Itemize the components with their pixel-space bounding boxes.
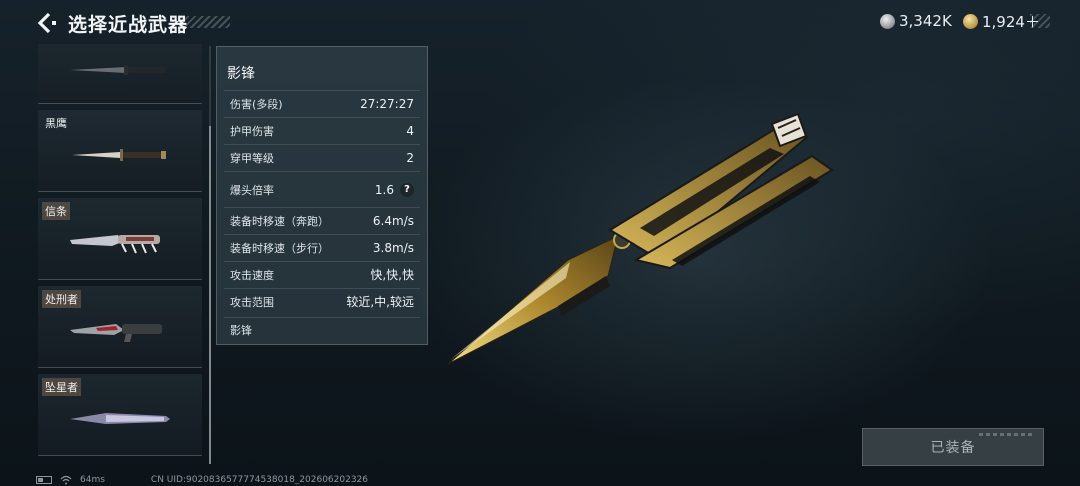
header: 选择近战武器 3,342K 1,924＋	[0, 0, 1080, 44]
equip-button[interactable]: 已装备	[862, 428, 1044, 466]
weapon-card-chuxingzhe[interactable]: 处刑者	[38, 286, 202, 368]
stat-row-headshot: 爆头倍率 1.6 ?	[224, 171, 420, 207]
list-scrollbar-thumb[interactable]	[209, 126, 211, 464]
weapon-card-xintiao[interactable]: 信条	[38, 198, 202, 280]
stats-footer-name: 影锋	[224, 317, 420, 341]
stat-label: 装备时移速（奔跑）	[230, 214, 329, 228]
stat-label: 穿甲等级	[230, 151, 274, 165]
gold-currency[interactable]: 1,924＋	[963, 11, 1040, 31]
help-icon[interactable]: ?	[400, 182, 414, 197]
weapon-card-zhuixingzhe[interactable]: 坠星者	[38, 374, 202, 456]
silver-currency-value: 3,342K	[899, 12, 952, 30]
header-decoration	[1030, 14, 1050, 28]
executioner-knife-image	[70, 324, 162, 342]
stat-row-attack-speed: 攻击速度 快,快,快	[224, 261, 420, 287]
stat-label: 爆头倍率	[230, 183, 274, 197]
starfall-blade-image	[70, 413, 170, 424]
stat-label: 装备时移速（步行）	[230, 241, 329, 255]
weapon-name: 信条	[42, 202, 70, 220]
uid-text: CN UID:9020836577774538018_202606202326	[150, 475, 369, 485]
stat-value: 较近,中,较远	[346, 295, 414, 309]
battery-icon	[36, 476, 52, 484]
stat-row-attack-range: 攻击范围 较近,中,较远	[224, 288, 420, 314]
gold-coin-icon	[963, 13, 978, 29]
dagger-image	[72, 149, 166, 161]
stat-value: 3.8m/s	[372, 240, 414, 255]
button-decoration	[979, 433, 1035, 436]
silver-currency: 3,342K	[880, 11, 952, 31]
combat-knife-image	[70, 65, 166, 75]
page-title: 选择近战武器	[68, 14, 189, 36]
stat-row-armor-damage: 护甲伤害 4	[224, 117, 420, 143]
butterfly-knife-display[interactable]	[440, 110, 840, 370]
ping-value: 64ms	[80, 475, 105, 485]
stat-row-walk-speed: 装备时移速（步行） 3.8m/s	[224, 234, 420, 260]
stat-label: 攻击速度	[230, 268, 274, 282]
stat-row-damage: 伤害(多段) 27:27:27	[224, 90, 420, 116]
weapon-title: 影锋	[227, 66, 255, 82]
stat-value: 快,快,快	[370, 268, 414, 282]
stat-value: 1.6	[374, 182, 394, 197]
weapon-name: 坠星者	[42, 378, 81, 396]
stat-value-group: 1.6 ?	[374, 182, 414, 197]
stat-label: 攻击范围	[230, 295, 274, 309]
equip-button-label: 已装备	[930, 440, 976, 456]
stat-value: 27:27:27	[360, 96, 414, 111]
weapon-name: 黑鹰	[45, 117, 67, 130]
stat-row-run-speed: 装备时移速（奔跑） 6.4m/s	[224, 207, 420, 233]
stat-row-penetration: 穿甲等级 2	[224, 144, 420, 170]
stat-value: 6.4m/s	[372, 213, 414, 228]
back-arrow-icon[interactable]	[34, 10, 60, 36]
title-decoration	[180, 16, 230, 28]
stat-label: 护甲伤害	[230, 124, 274, 138]
stat-value: 4	[406, 123, 414, 138]
weapon-card-heiying[interactable]: 黑鹰	[38, 110, 202, 192]
weapon-stats-panel: 影锋 伤害(多段) 27:27:27 护甲伤害 4 穿甲等级 2 爆头倍率 1.…	[216, 46, 428, 345]
weapon-name: 处刑者	[42, 290, 81, 308]
status-bar: 64ms CN UID:9020836577774538018_20260620…	[36, 474, 368, 486]
stat-value: 2	[406, 150, 414, 165]
stat-label: 伤害(多段)	[230, 97, 283, 111]
serrated-knife-image	[70, 235, 160, 254]
silver-coin-icon	[880, 13, 895, 29]
weapon-card[interactable]	[38, 44, 202, 104]
wifi-icon	[60, 475, 72, 485]
weapon-list[interactable]: 黑鹰 信条 处刑者 坠星者	[38, 44, 204, 462]
